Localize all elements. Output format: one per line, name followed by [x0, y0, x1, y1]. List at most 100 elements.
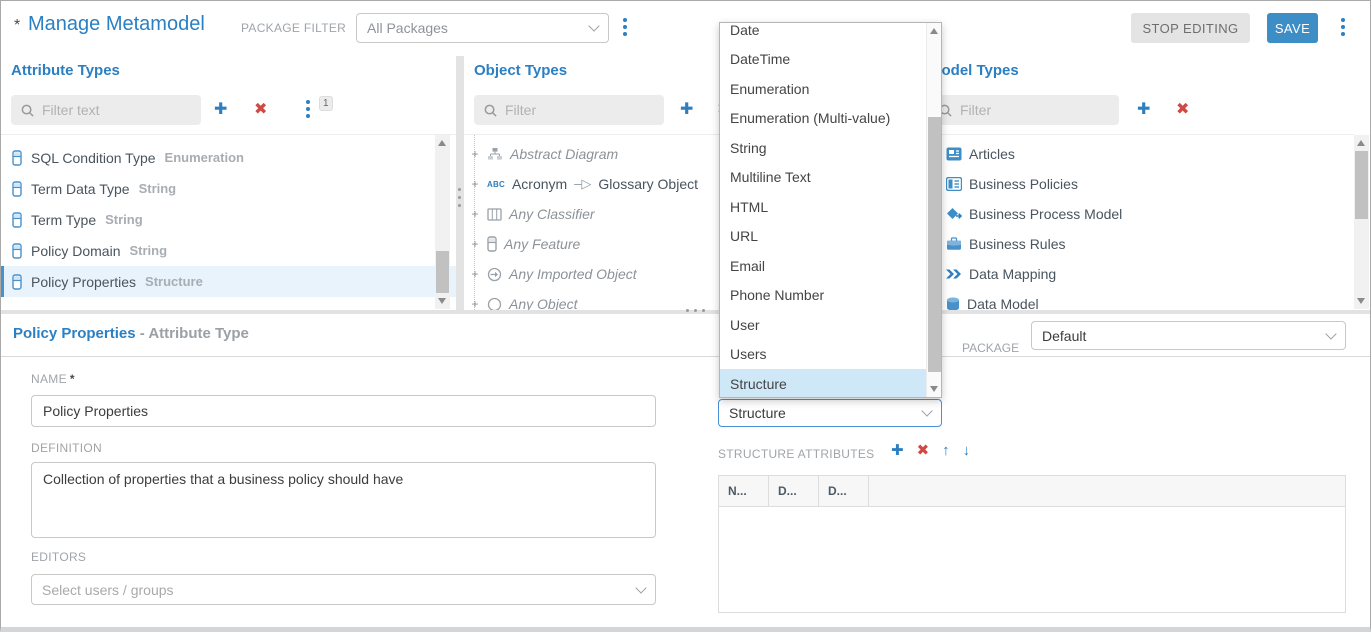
- model-list-scrollbar[interactable]: [1354, 135, 1369, 309]
- dropdown-option[interactable]: Date: [720, 23, 926, 45]
- name-field[interactable]: [31, 395, 656, 427]
- panel-resize-handle[interactable]: [456, 56, 464, 310]
- model-filter-box: [929, 95, 1119, 125]
- package-select[interactable]: Default: [1031, 321, 1346, 350]
- tree-item[interactable]: + Business Rules: [927, 229, 1354, 259]
- scroll-up-icon[interactable]: [930, 28, 938, 34]
- model-type-name: Data Model: [967, 296, 1039, 310]
- move-up-button[interactable]: ↑: [942, 442, 950, 459]
- structure-attributes-toolbar: ✚ ✖ ↑ ↓: [891, 441, 970, 459]
- scrollbar-thumb[interactable]: [928, 117, 941, 372]
- scrollbar-thumb[interactable]: [436, 251, 449, 293]
- attribute-name: Term Data Type: [31, 181, 130, 197]
- expand-icon[interactable]: +: [470, 297, 480, 310]
- add-model-type-button[interactable]: ✚: [1137, 97, 1150, 123]
- detail-title: Policy Properties - Attribute Type: [13, 325, 249, 342]
- delete-attribute-type-button[interactable]: ✖: [254, 97, 267, 123]
- business-rules-icon: [946, 237, 962, 251]
- add-attribute-type-button[interactable]: ✚: [214, 97, 227, 123]
- model-filter-input[interactable]: [960, 102, 1110, 118]
- feature-icon: [487, 236, 497, 252]
- dropdown-option[interactable]: Users: [720, 340, 926, 370]
- expand-icon[interactable]: +: [470, 267, 480, 281]
- list-item[interactable]: SQL Condition Type Enumeration: [1, 142, 456, 173]
- attribute-icon: [12, 150, 22, 166]
- top-bar: * Manage Metamodel PACKAGE FILTER All Pa…: [1, 1, 1370, 56]
- model-type-name: Business Process Model: [969, 206, 1122, 222]
- attribute-filter-box: [11, 95, 201, 125]
- attribute-icon: [12, 212, 22, 228]
- attribute-datatype: String: [105, 212, 143, 227]
- attribute-menu-badge: 1: [319, 96, 333, 111]
- data-type-select[interactable]: Structure: [718, 399, 942, 427]
- list-item-selected[interactable]: Policy Properties Structure: [1, 266, 456, 297]
- save-button[interactable]: SAVE: [1267, 13, 1318, 43]
- scrollbar-thumb[interactable]: [1355, 151, 1368, 219]
- object-filter-box: [474, 95, 664, 125]
- dropdown-option[interactable]: Multiline Text: [720, 163, 926, 193]
- page-title: Manage Metamodel: [28, 13, 205, 36]
- move-down-button[interactable]: ↓: [963, 442, 971, 459]
- model-type-name: Articles: [969, 146, 1015, 162]
- editors-placeholder: Select users / groups: [42, 582, 174, 598]
- object-filter-input[interactable]: [505, 102, 655, 118]
- model-types-title: Model Types: [929, 62, 1019, 79]
- attribute-types-menu-button[interactable]: 1: [306, 100, 310, 118]
- header-menu-button[interactable]: [623, 18, 627, 36]
- scroll-up-icon[interactable]: [1357, 140, 1365, 146]
- attribute-datatype: String: [129, 243, 167, 258]
- list-item[interactable]: Policy Domain String: [1, 235, 456, 266]
- tree-item[interactable]: + Business Process Model: [927, 199, 1354, 229]
- expand-icon[interactable]: +: [470, 147, 480, 161]
- expand-icon[interactable]: +: [470, 207, 480, 221]
- dropdown-option[interactable]: HTML: [720, 192, 926, 222]
- expand-icon[interactable]: +: [470, 237, 480, 251]
- editors-select[interactable]: Select users / groups: [31, 574, 656, 605]
- table-header-row: N... D... D...: [719, 476, 1345, 507]
- definition-field[interactable]: Collection of properties that a business…: [31, 462, 656, 538]
- add-structure-attribute-button[interactable]: ✚: [891, 441, 904, 459]
- dropdown-option[interactable]: DateTime: [720, 45, 926, 75]
- manage-metamodel-window: * Manage Metamodel PACKAGE FILTER All Pa…: [0, 0, 1371, 632]
- list-item-partial[interactable]: [1, 134, 456, 142]
- scroll-down-icon[interactable]: [438, 298, 446, 304]
- expand-icon[interactable]: +: [470, 177, 480, 191]
- attribute-name: Term Type: [31, 212, 96, 228]
- stop-editing-button[interactable]: STOP EDITING: [1131, 13, 1250, 43]
- dropdown-option[interactable]: URL: [720, 222, 926, 252]
- package-label: PACKAGE: [962, 341, 1019, 355]
- dropdown-option[interactable]: Email: [720, 251, 926, 281]
- tree-item[interactable]: + Data Model: [927, 289, 1354, 310]
- tree-item[interactable]: + Business Policies: [927, 169, 1354, 199]
- dropdown-option[interactable]: Enumeration (Multi-value): [720, 104, 926, 134]
- object-type-name: Any Classifier: [509, 206, 595, 222]
- dropdown-option[interactable]: User: [720, 310, 926, 340]
- business-process-icon: [946, 207, 962, 222]
- scroll-up-icon[interactable]: [438, 140, 446, 146]
- dropdown-option[interactable]: Enumeration: [720, 74, 926, 104]
- attribute-filter-input[interactable]: [42, 102, 192, 118]
- list-item[interactable]: Term Data Type String: [1, 173, 456, 204]
- dropdown-option[interactable]: Phone Number: [720, 281, 926, 311]
- dropdown-option[interactable]: String: [720, 133, 926, 163]
- attribute-list-scrollbar[interactable]: [435, 135, 450, 309]
- window-menu-button[interactable]: [1341, 18, 1345, 36]
- dropdown-option-selected[interactable]: Structure: [720, 369, 926, 397]
- object-type-name: Any Object: [509, 296, 577, 310]
- scroll-down-icon[interactable]: [930, 386, 938, 392]
- delete-model-type-button[interactable]: ✖: [1176, 97, 1189, 123]
- tree-item[interactable]: + Articles: [927, 139, 1354, 169]
- attribute-name: Policy Domain: [31, 243, 120, 259]
- data-type-value: Structure: [729, 405, 786, 421]
- tree-item[interactable]: + Data Mapping: [927, 259, 1354, 289]
- articles-icon: [946, 147, 962, 161]
- dropdown-scrollbar[interactable]: [926, 23, 941, 397]
- add-object-type-button[interactable]: ✚: [680, 97, 693, 123]
- package-value: Default: [1042, 328, 1086, 344]
- delete-structure-attribute-button[interactable]: ✖: [917, 441, 930, 459]
- package-filter-select[interactable]: All Packages: [356, 13, 609, 43]
- list-item[interactable]: Term Type String: [1, 204, 456, 235]
- attribute-name: SQL Condition Type: [31, 150, 156, 166]
- detail-title-name: Policy Properties: [13, 325, 136, 342]
- scroll-down-icon[interactable]: [1357, 298, 1365, 304]
